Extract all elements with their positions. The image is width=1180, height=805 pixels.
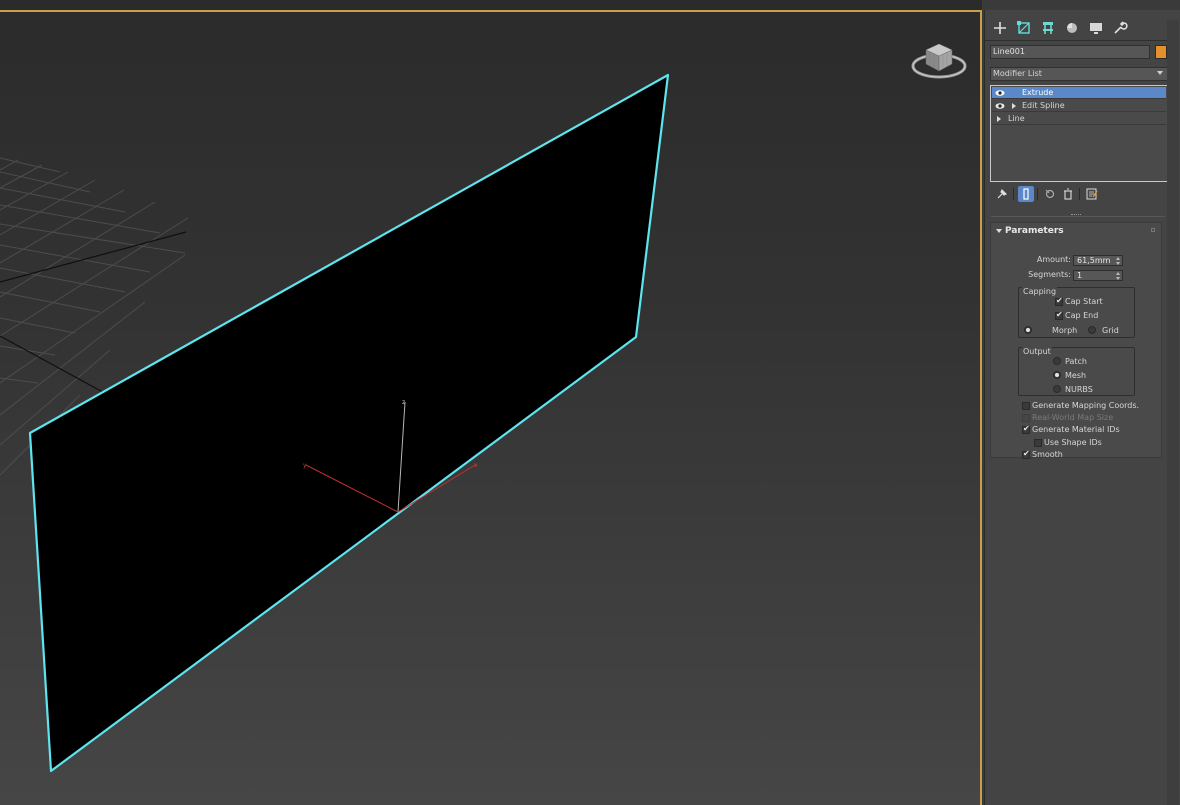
generate-material-ids-checkbox[interactable] xyxy=(1022,424,1030,434)
segments-spinner[interactable]: 1 xyxy=(1073,270,1123,281)
perspective-viewport[interactable]: z y x xyxy=(0,0,982,805)
amount-spinner[interactable]: 61,5mm xyxy=(1073,255,1123,266)
pin-stack-icon xyxy=(997,188,1008,199)
tab-create[interactable] xyxy=(989,18,1011,38)
grid-label: Grid xyxy=(1102,326,1119,335)
generate-material-ids-label: Generate Material IDs xyxy=(1032,425,1120,434)
object-name-field[interactable]: Line001 xyxy=(990,45,1150,59)
use-shape-ids-label: Use Shape IDs xyxy=(1044,438,1102,447)
mesh-label: Mesh xyxy=(1065,371,1087,380)
grid-radio[interactable] xyxy=(1088,326,1096,334)
extruded-plane-object[interactable] xyxy=(28,73,670,773)
toolbar-divider xyxy=(1037,188,1038,200)
amount-value: 61,5mm xyxy=(1077,256,1111,265)
parameters-rollout: Parameters Amount: 61,5mm Segments: 1 Ca… xyxy=(990,222,1162,459)
tab-utilities[interactable] xyxy=(1109,18,1131,38)
command-panel: Line001 Modifier List Extrude Edit Splin… xyxy=(984,10,1180,805)
spinner-arrows-icon[interactable] xyxy=(1116,257,1121,265)
create-plus-icon xyxy=(994,22,1006,34)
active-viewport-border xyxy=(0,10,982,12)
spinner-arrows-icon[interactable] xyxy=(1116,272,1121,280)
toolbar-divider xyxy=(1013,188,1014,200)
show-end-result-icon xyxy=(1023,188,1029,200)
object-color-swatch[interactable] xyxy=(1155,45,1167,59)
smooth-checkbox[interactable] xyxy=(1022,449,1030,459)
mesh-radio[interactable] xyxy=(1053,371,1061,379)
eye-icon[interactable] xyxy=(995,88,1005,98)
patch-label: Patch xyxy=(1065,357,1087,366)
expand-triangle-icon[interactable] xyxy=(1012,103,1016,109)
remove-modifier-button[interactable] xyxy=(1060,186,1076,202)
output-group: Output Patch Mesh NURBS xyxy=(1018,347,1135,396)
output-group-title: Output xyxy=(1022,347,1052,356)
capping-group: Capping Cap Start Cap End Morph Grid xyxy=(1018,287,1135,338)
patch-radio[interactable] xyxy=(1053,357,1061,365)
real-world-map-size-checkbox[interactable] xyxy=(1022,414,1030,422)
morph-label: Morph xyxy=(1052,326,1078,335)
tab-modify[interactable] xyxy=(1013,18,1035,38)
use-shape-ids-checkbox[interactable] xyxy=(1034,439,1042,447)
modifier-list-dropdown[interactable]: Modifier List xyxy=(990,67,1168,81)
tabs-divider xyxy=(985,40,1169,41)
collapse-triangle-icon xyxy=(996,229,1002,233)
rollout-grip-icon xyxy=(1151,228,1155,232)
active-viewport-border-right xyxy=(980,10,982,805)
tab-hierarchy[interactable] xyxy=(1037,18,1059,38)
capping-group-title: Capping xyxy=(1022,287,1058,296)
motion-icon xyxy=(1067,23,1077,33)
stack-item-line[interactable]: Line xyxy=(992,113,1166,125)
utilities-wrench-icon xyxy=(1114,21,1128,34)
rollout-title: Parameters xyxy=(1005,226,1064,236)
configure-modifier-sets-button[interactable] xyxy=(1084,186,1100,202)
remove-modifier-icon xyxy=(1064,188,1072,200)
stack-toolbar xyxy=(990,186,1170,204)
morph-radio[interactable] xyxy=(1024,326,1032,334)
viewcube-icon[interactable] xyxy=(910,36,968,84)
stack-item-extrude[interactable]: Extrude xyxy=(992,87,1166,99)
object-name-row: Line001 xyxy=(990,45,1170,59)
configure-modifier-sets-icon xyxy=(1086,188,1098,200)
modifier-stack[interactable]: Extrude Edit Spline Line xyxy=(990,85,1168,182)
gizmo-y-label: y xyxy=(303,462,307,469)
toolbar-divider xyxy=(1079,188,1080,200)
modify-icon xyxy=(1017,21,1030,34)
tab-display[interactable] xyxy=(1085,18,1107,38)
nurbs-radio[interactable] xyxy=(1053,385,1061,393)
show-end-result-button[interactable] xyxy=(1018,186,1034,202)
modifier-list-label: Modifier List xyxy=(993,69,1042,78)
generate-mapping-label: Generate Mapping Coords. xyxy=(1032,401,1140,410)
chevron-down-icon xyxy=(1157,71,1163,75)
pin-stack-button[interactable] xyxy=(994,186,1010,202)
nurbs-label: NURBS xyxy=(1065,385,1093,394)
stack-item-label: Extrude xyxy=(1022,88,1054,97)
expand-triangle-icon[interactable] xyxy=(997,116,1001,122)
stack-item-edit-spline[interactable]: Edit Spline xyxy=(992,100,1166,112)
eye-icon[interactable] xyxy=(995,101,1005,111)
segments-label: Segments: xyxy=(1028,270,1071,279)
cap-end-checkbox[interactable] xyxy=(1055,310,1063,320)
panel-splitter-grip[interactable] xyxy=(1071,214,1081,217)
amount-label: Amount: xyxy=(1036,255,1071,264)
display-icon xyxy=(1090,23,1102,34)
smooth-label: Smooth xyxy=(1032,450,1063,459)
cap-start-label: Cap Start xyxy=(1065,297,1103,306)
generate-mapping-checkbox[interactable] xyxy=(1022,402,1030,410)
gizmo-x-label: x xyxy=(474,462,478,469)
stack-item-label: Edit Spline xyxy=(1022,101,1065,110)
rollout-header[interactable]: Parameters xyxy=(991,224,1161,238)
gizmo-z-label: z xyxy=(402,399,405,406)
hierarchy-icon xyxy=(1043,22,1053,34)
segments-value: 1 xyxy=(1077,271,1083,280)
real-world-map-size-label: Real-World Map Size xyxy=(1032,413,1114,422)
cap-end-label: Cap End xyxy=(1065,311,1099,320)
make-unique-button[interactable] xyxy=(1042,186,1058,202)
command-panel-tabs xyxy=(985,18,1180,40)
cap-start-checkbox[interactable] xyxy=(1055,296,1063,306)
make-unique-icon xyxy=(1045,189,1055,199)
stack-item-label: Line xyxy=(1008,114,1025,123)
tab-motion[interactable] xyxy=(1061,18,1083,38)
viewport-scene: z y x xyxy=(0,73,670,773)
command-panel-scrollbar[interactable] xyxy=(1167,20,1179,805)
